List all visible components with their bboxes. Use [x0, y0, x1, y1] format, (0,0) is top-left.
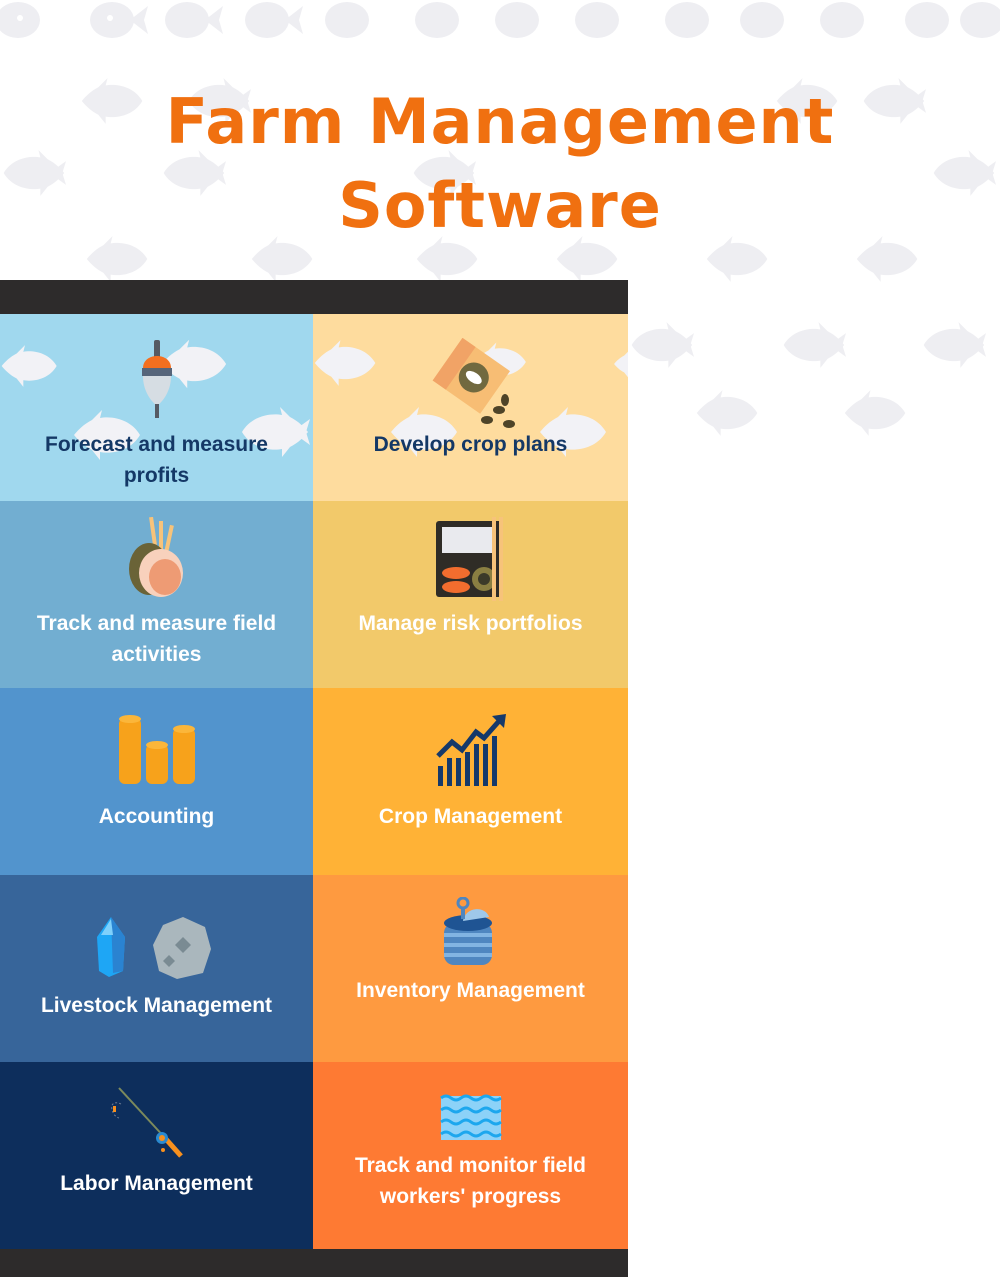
feature-label: Manage risk portfolios	[358, 612, 583, 635]
growth-chart-icon	[435, 714, 506, 786]
feature-card-crop-management: Crop Management	[313, 688, 628, 875]
feature-card-forecast: Forecast and measure profits	[0, 314, 313, 501]
tin-can-icon	[443, 897, 492, 965]
feature-card-accounting: Accounting	[0, 688, 313, 875]
seed-bag-icon	[432, 338, 515, 428]
feature-label: Accounting	[98, 805, 215, 828]
feature-label: Labor Management	[60, 1172, 253, 1195]
coin-stacks-icon	[118, 715, 195, 784]
bento-box-icon	[435, 517, 503, 601]
water-waves-icon	[439, 1094, 502, 1140]
feature-card-field-activities: Track and measure field activities	[0, 501, 313, 688]
features-panel: Forecast and measure profits Develop cro…	[0, 280, 628, 1277]
fishing-rod-icon	[110, 1087, 183, 1158]
title-line-1: Farm Management	[165, 84, 835, 158]
feature-label: Crop Management	[378, 805, 563, 828]
feature-card-livestock: Livestock Management	[0, 875, 313, 1062]
feature-card-crop-plans: Develop crop plans	[313, 314, 628, 501]
fishing-float-icon	[141, 340, 172, 418]
feature-label: Develop crop plans	[373, 433, 568, 456]
title-line-2: Software	[338, 168, 662, 242]
feature-label: Livestock Management	[40, 994, 273, 1017]
crystal-and-rock-icon	[96, 917, 211, 979]
page-title: Farm Management Software	[0, 80, 1000, 248]
feature-card-field-workers: Track and monitor field workers' progres…	[313, 1062, 628, 1249]
feature-label: Track and measure field activities	[36, 612, 277, 666]
feature-card-inventory: Inventory Management	[313, 875, 628, 1062]
feature-label: Track and monitor field workers' progres…	[354, 1154, 587, 1208]
feature-label: Forecast and measure profits	[45, 433, 268, 487]
features-grid: Forecast and measure profits Develop cro…	[0, 314, 628, 1249]
feature-card-labor: Labor Management	[0, 1062, 313, 1249]
meat-rack-icon	[128, 517, 183, 597]
feature-card-risk-portfolios: Manage risk portfolios	[313, 501, 628, 688]
feature-label: Inventory Management	[356, 979, 585, 1002]
